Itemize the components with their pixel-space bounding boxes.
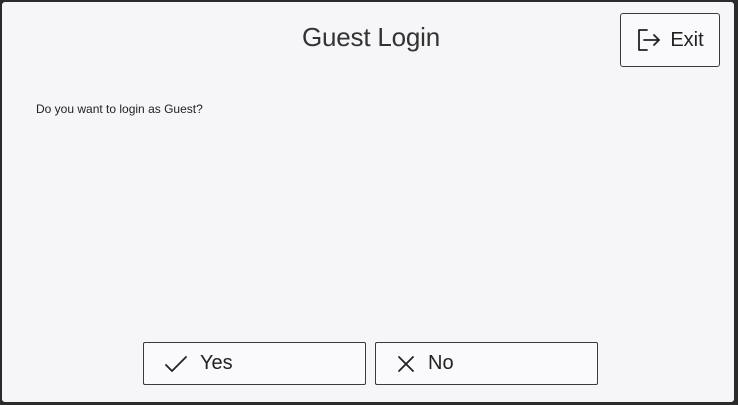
exit-button-label: Exit xyxy=(670,28,704,51)
close-icon xyxy=(396,354,416,374)
no-button[interactable]: No xyxy=(375,342,598,385)
guest-login-dialog: Guest Login Exit Do you want to login as… xyxy=(2,2,734,402)
no-button-label: No xyxy=(428,352,454,374)
logout-icon xyxy=(636,27,662,53)
yes-button-label: Yes xyxy=(200,352,233,374)
yes-button[interactable]: Yes xyxy=(143,342,366,385)
exit-button[interactable]: Exit xyxy=(620,13,720,67)
dialog-message: Do you want to login as Guest? xyxy=(36,102,203,116)
checkmark-icon xyxy=(164,354,188,374)
